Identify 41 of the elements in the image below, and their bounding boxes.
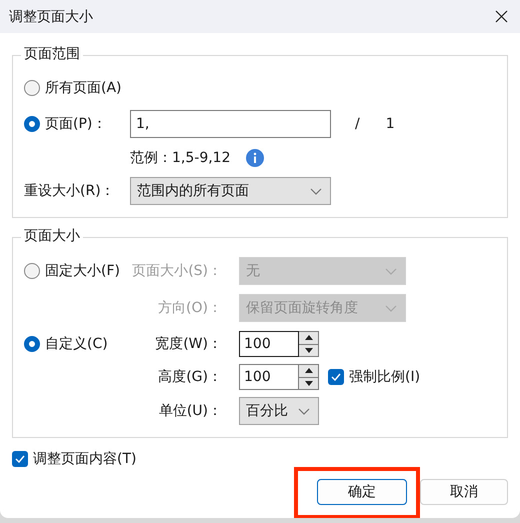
field-label: 高度(G)： [157,368,222,386]
radio-option[interactable]: 固定大小(F) [24,262,120,280]
checkbox-option[interactable]: 强制比例(I) [328,368,420,386]
field-label: 页面大小(S)： [131,262,222,280]
chevron-icon [385,268,397,274]
check-icon [15,455,25,463]
down-arrow-icon [304,380,312,386]
page-total: 1 [386,116,395,132]
radio-option[interactable]: 自定义(C) [24,335,108,353]
group-title: 页面大小 [21,227,83,245]
chevron-icon [310,188,322,194]
page-range-field[interactable]: 1, [130,110,331,138]
spin-up-button[interactable] [299,364,319,378]
checkbox-option[interactable]: 调整页面内容(T) [12,450,136,468]
number-field[interactable]: 100 [239,331,299,357]
up-arrow-icon [304,368,312,374]
field-label: 方向(O)： [157,299,222,317]
spin-down-button[interactable] [299,378,319,390]
separator: / [355,116,360,132]
up-arrow-icon [304,335,312,340]
radio-option[interactable]: 页面(P)： [24,115,106,133]
group-title: 页面范围 [21,45,83,63]
example-hint: 范例：1,5-9,12 [130,149,230,167]
dialog-button[interactable]: 取消 [420,479,508,505]
check-icon [331,373,341,381]
number-field[interactable]: 100 [239,364,299,390]
resize-select[interactable]: 范围内的所有页面 [130,177,331,205]
field-label: 宽度(W)： [154,335,222,353]
chevron-icon [385,304,397,312]
down-arrow-icon [304,348,312,353]
dialog-button[interactable]: 确定 [317,479,407,505]
field-label: 重设大小(R)： [24,182,115,200]
unit-select[interactable]: 百分比 [239,397,319,425]
chevron-icon [298,408,310,414]
window-title: 调整页面大小 [9,8,93,26]
field-label: 单位(U)： [158,402,222,420]
radio-option[interactable]: 所有页面(A) [24,79,122,97]
spin-down-button[interactable] [299,344,319,357]
spin-up-button[interactable] [299,331,319,344]
close-icon[interactable] [495,10,508,23]
info-icon[interactable] [246,149,264,167]
